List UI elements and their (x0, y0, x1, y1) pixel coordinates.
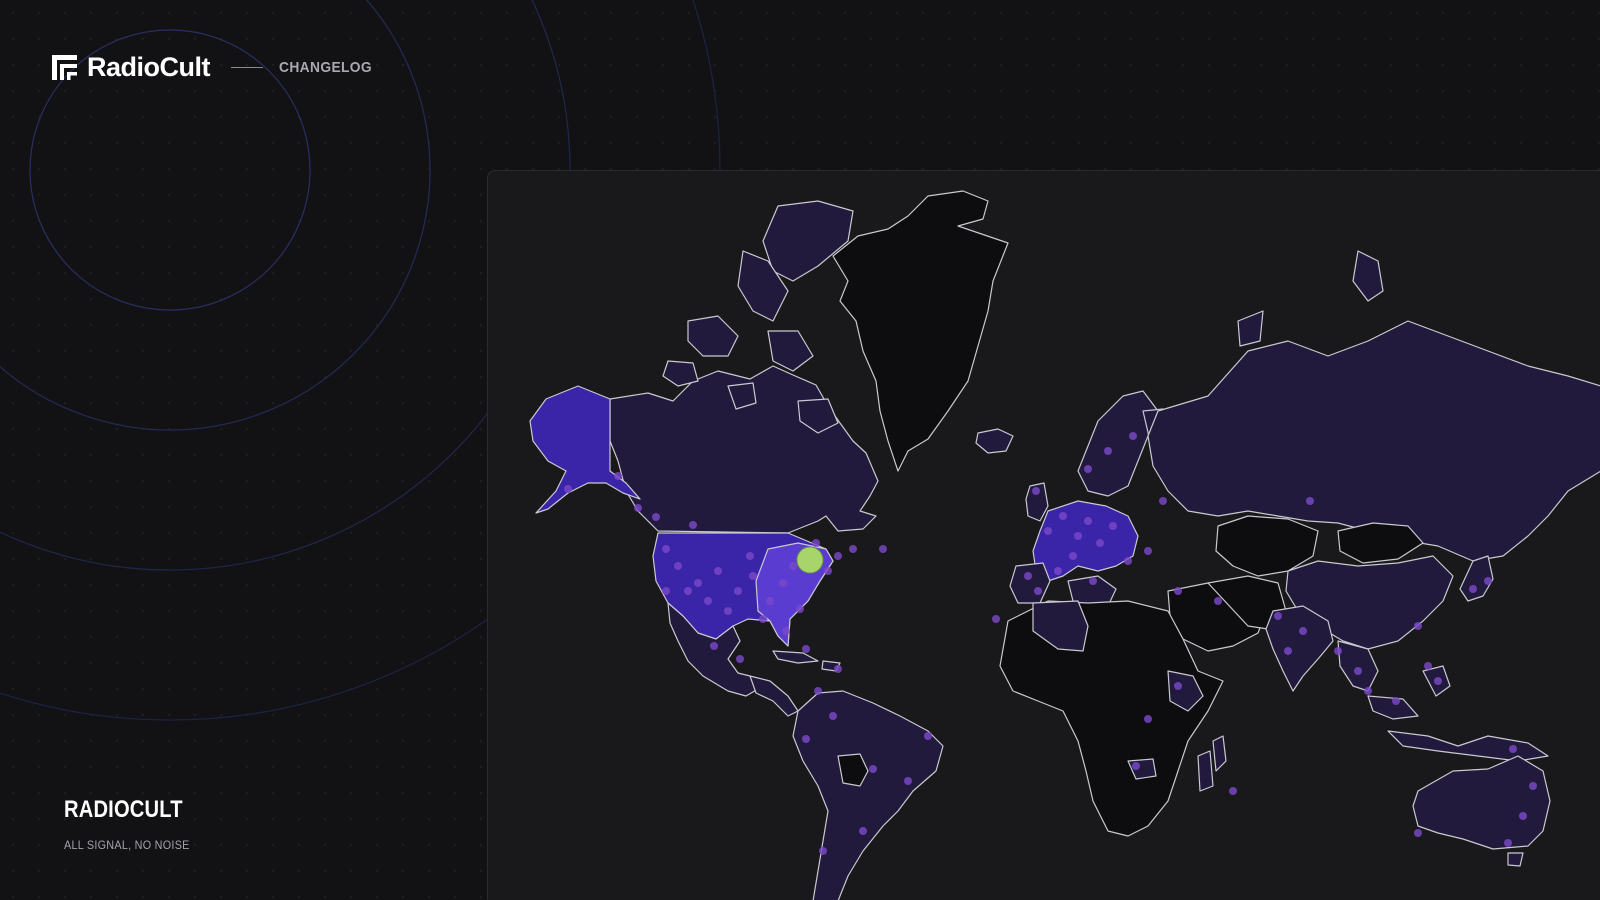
country-mongolia[interactable] (1337, 522, 1424, 564)
country-iberia[interactable] (1009, 562, 1051, 604)
radiocult-logo[interactable]: RadioCult (52, 52, 211, 83)
site-footer: RADIOCULT ALL SIGNAL, NO NOISE (64, 796, 205, 852)
country-canada-arctic[interactable] (762, 200, 854, 282)
countries (529, 190, 1600, 900)
country-australia[interactable] (1412, 755, 1551, 850)
site-header: RadioCult CHANGELOG (52, 52, 380, 83)
footer-brand-name: RADIOCULT (64, 796, 183, 823)
logo-wordmark: RadioCult (87, 52, 211, 82)
highlighted-location-marker[interactable] (796, 546, 824, 574)
country-greenland[interactable] (832, 190, 1009, 472)
header-divider (231, 67, 263, 68)
listener-world-map-panel (487, 170, 1600, 900)
country-europe-west[interactable] (1032, 500, 1139, 582)
country-scandinavia[interactable] (1077, 390, 1159, 497)
footer-tagline: ALL SIGNAL, NO NOISE (64, 838, 190, 852)
changelog-link[interactable]: CHANGELOG (279, 59, 372, 76)
radiocult-mark-icon (52, 55, 77, 80)
changelog-page: RadioCult CHANGELOG RADIOCULT ALL SIGNAL… (0, 0, 1600, 900)
country-south-america[interactable] (792, 690, 944, 900)
world-map (529, 190, 1600, 900)
